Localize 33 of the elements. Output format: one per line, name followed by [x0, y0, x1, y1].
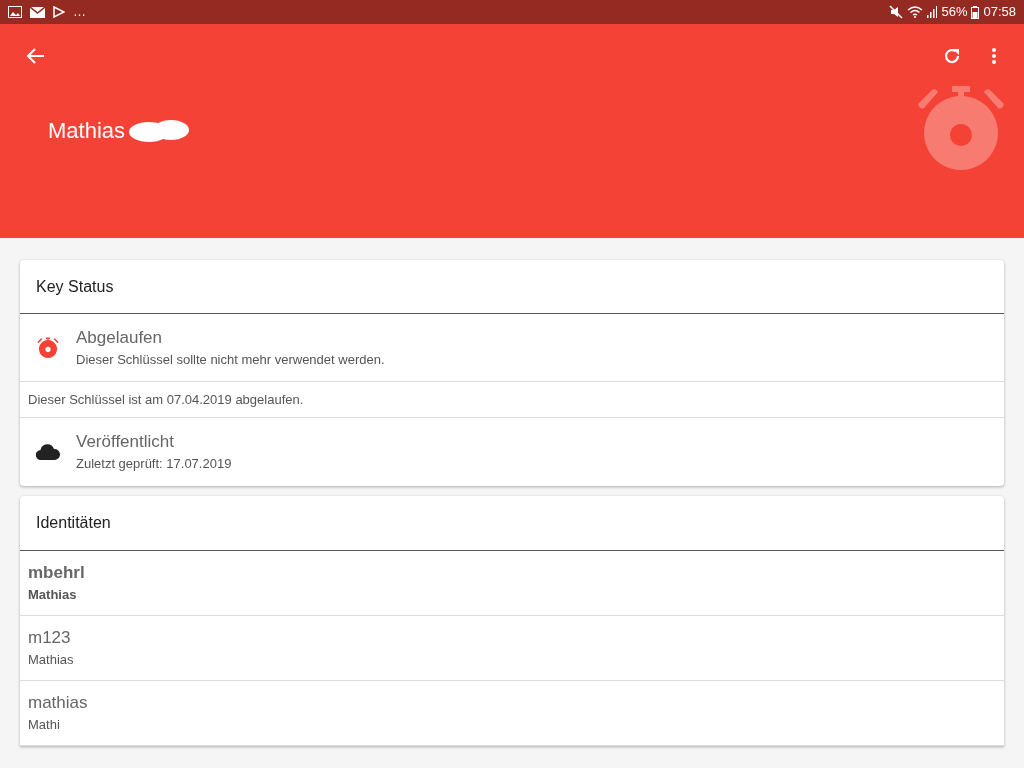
wifi-icon: [907, 6, 924, 18]
image-icon: [8, 6, 22, 18]
card-title: Key Status: [36, 276, 114, 297]
back-arrow-icon: [27, 48, 45, 64]
battery-icon: [971, 5, 980, 19]
alarm-clock-icon: [37, 336, 59, 359]
signal-icon: [927, 6, 938, 18]
battery-percent: 56%: [941, 3, 968, 22]
overflow-indicator: …: [73, 3, 86, 22]
status-subtitle: Zuletzt geprüft: 17.07.2019: [76, 455, 232, 474]
status-title: Veröffentlicht: [76, 431, 175, 454]
redaction-mark: [129, 118, 192, 143]
status-subtitle: Dieser Schlüssel sollte nicht mehr verwendet werden.: [76, 350, 385, 369]
mail-icon: [30, 6, 45, 18]
refresh-icon: [943, 47, 961, 65]
clock: 07:58: [983, 3, 1016, 22]
expiry-note: Dieser Schlüssel ist am 07.04.2019 abgelaufen.: [28, 390, 304, 409]
identity-name: Mathias: [28, 586, 78, 605]
identity-row[interactable]: mathias Mathi: [20, 681, 1004, 746]
alarm-clock-icon: [916, 86, 1006, 172]
identity-address: m123: [28, 627, 72, 650]
identity-address: mbehrl: [28, 562, 86, 585]
cloud-icon: [36, 444, 60, 460]
key-owner-name: Mathias: [48, 117, 126, 145]
identity-row[interactable]: mbehrl Mathias: [20, 551, 1004, 616]
card-title: Identitäten: [36, 513, 111, 533]
status-title: Abgelaufen: [76, 326, 164, 349]
identity-name: Mathi: [28, 716, 61, 735]
identity-address: mathias: [28, 692, 89, 715]
identity-name: Mathias: [28, 651, 75, 670]
mute-icon: [889, 5, 904, 19]
more-icon: [992, 48, 996, 64]
identity-row[interactable]: m123 Mathias: [20, 616, 1004, 681]
